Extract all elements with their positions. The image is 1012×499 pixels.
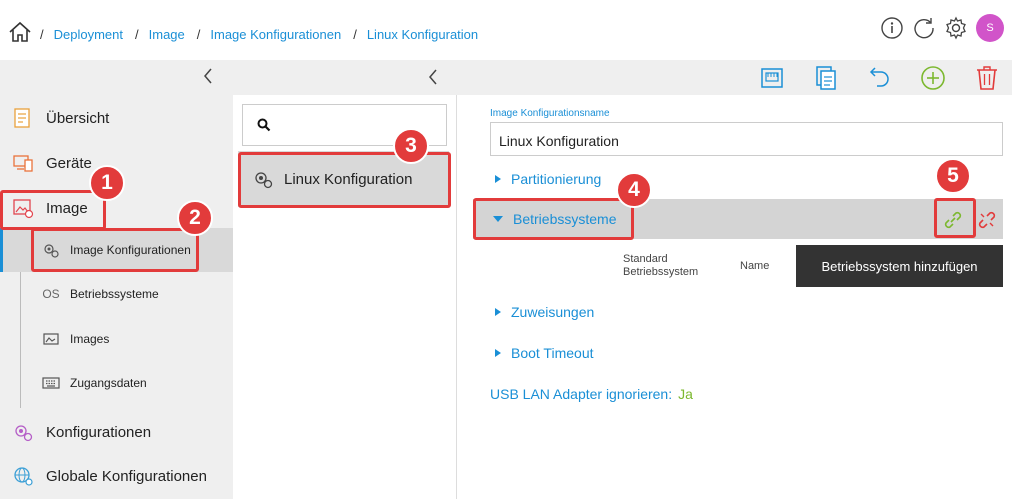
sidebar-subitem-label: Zugangsdaten <box>70 376 147 390</box>
sidebar-item-label: Konfigurationen <box>46 423 152 441</box>
unlink-icon[interactable] <box>975 208 999 232</box>
annotation-badge: 2 <box>177 200 213 236</box>
column-header-line: Standard <box>623 253 668 265</box>
sidebar-subitem-operating-systems[interactable]: OS Betriebssysteme <box>0 272 233 316</box>
breadcrumb-image-configurations[interactable]: Image Konfigurationen <box>210 27 341 42</box>
name-field[interactable]: Linux Konfiguration <box>490 122 1003 156</box>
refresh-icon[interactable] <box>912 16 936 40</box>
configurations-icon <box>15 425 33 442</box>
caret-right-icon <box>495 349 501 357</box>
annotation-highlight <box>473 198 634 240</box>
section-boot-timeout[interactable]: Boot Timeout <box>493 345 594 361</box>
annotation-highlight <box>0 190 106 230</box>
column-header-standard-os: Standard Betriebssystem <box>623 253 698 279</box>
annotation-badge: 5 <box>935 158 971 194</box>
section-title: Boot Timeout <box>511 345 594 361</box>
delete-icon[interactable] <box>974 64 1000 92</box>
global-configurations-icon <box>14 467 33 486</box>
usb-lan-adapter-row: USB LAN Adapter ignorieren: Ja <box>490 386 693 402</box>
sidebar-subitem-images[interactable]: Images <box>0 317 233 361</box>
sidebar-item-configurations[interactable]: Konfigurationen <box>0 420 233 444</box>
sidebar-item-overview[interactable]: Übersicht <box>0 106 233 130</box>
sidebar-subitem-label: Images <box>70 332 110 346</box>
annotation-highlight <box>31 228 199 272</box>
sidebar-subitem-label: Betriebssysteme <box>70 287 159 301</box>
breadcrumb: / Deployment / Image / Image Konfigurati… <box>40 27 490 42</box>
search-icon <box>257 118 271 132</box>
overview-icon <box>14 108 30 128</box>
top-bar: / Deployment / Image / Image Konfigurati… <box>0 0 1012 60</box>
sidebar-item-label: Globale Konfigurationen <box>46 467 207 485</box>
breadcrumb-separator: / <box>353 27 357 42</box>
caret-right-icon <box>495 308 501 316</box>
detail-toolbar <box>457 60 1012 95</box>
breadcrumb-separator: / <box>40 27 44 42</box>
caret-right-icon <box>495 175 501 183</box>
keyboard-icon <box>42 377 60 389</box>
annotation-highlight <box>934 198 976 238</box>
copy-icon[interactable] <box>813 64 839 92</box>
breadcrumb-linux-configuration[interactable]: Linux Konfiguration <box>367 27 478 42</box>
sidebar-item-label: Übersicht <box>46 109 110 127</box>
sidebar: Übersicht Geräte Image Image Konfigurati… <box>0 60 233 499</box>
gear-icon[interactable] <box>944 16 968 40</box>
sidebar-item-global-configurations[interactable]: Globale Konfigurationen <box>0 464 233 488</box>
annotation-badge: 4 <box>616 172 652 208</box>
picture-icon <box>43 333 59 345</box>
devices-icon <box>13 155 33 172</box>
usb-lan-adapter-label: USB LAN Adapter ignorieren: <box>490 386 673 402</box>
annotation-badge: 3 <box>393 128 429 164</box>
breadcrumb-image[interactable]: Image <box>149 27 185 42</box>
section-assignments[interactable]: Zuweisungen <box>493 304 594 320</box>
column-header-line: Betriebssystem <box>623 266 699 278</box>
undo-icon[interactable] <box>867 64 893 92</box>
section-title: Zuweisungen <box>511 304 595 320</box>
breadcrumb-separator: / <box>135 27 139 42</box>
add-os-tooltip: Betriebssystem hinzufügen <box>796 245 1003 287</box>
info-icon[interactable] <box>880 16 904 40</box>
active-indicator <box>0 228 3 272</box>
os-icon: OS <box>42 287 60 301</box>
sidebar-subitem-credentials[interactable]: Zugangsdaten <box>0 361 233 405</box>
chevron-left-icon[interactable] <box>200 66 216 86</box>
avatar[interactable]: S <box>976 14 1004 42</box>
header-actions: S <box>880 14 1004 42</box>
network-icon[interactable] <box>759 64 785 92</box>
list-header <box>233 60 457 95</box>
breadcrumb-deployment[interactable]: Deployment <box>54 27 123 42</box>
breadcrumb-separator: / <box>196 27 201 42</box>
add-icon[interactable] <box>920 64 946 92</box>
annotation-badge: 1 <box>89 165 125 201</box>
detail-panel: Image Konfigurationsname Linux Konfigura… <box>457 95 1012 499</box>
home-icon[interactable] <box>8 20 32 44</box>
section-title: Partitionierung <box>511 171 602 187</box>
usb-lan-adapter-value[interactable]: Ja <box>678 386 693 402</box>
column-header-name: Name <box>740 260 770 272</box>
sidebar-item-label: Geräte <box>46 154 92 172</box>
name-label: Image Konfigurationsname <box>490 108 610 119</box>
chevron-left-icon[interactable] <box>425 67 441 87</box>
section-partitioning[interactable]: Partitionierung <box>493 171 601 187</box>
